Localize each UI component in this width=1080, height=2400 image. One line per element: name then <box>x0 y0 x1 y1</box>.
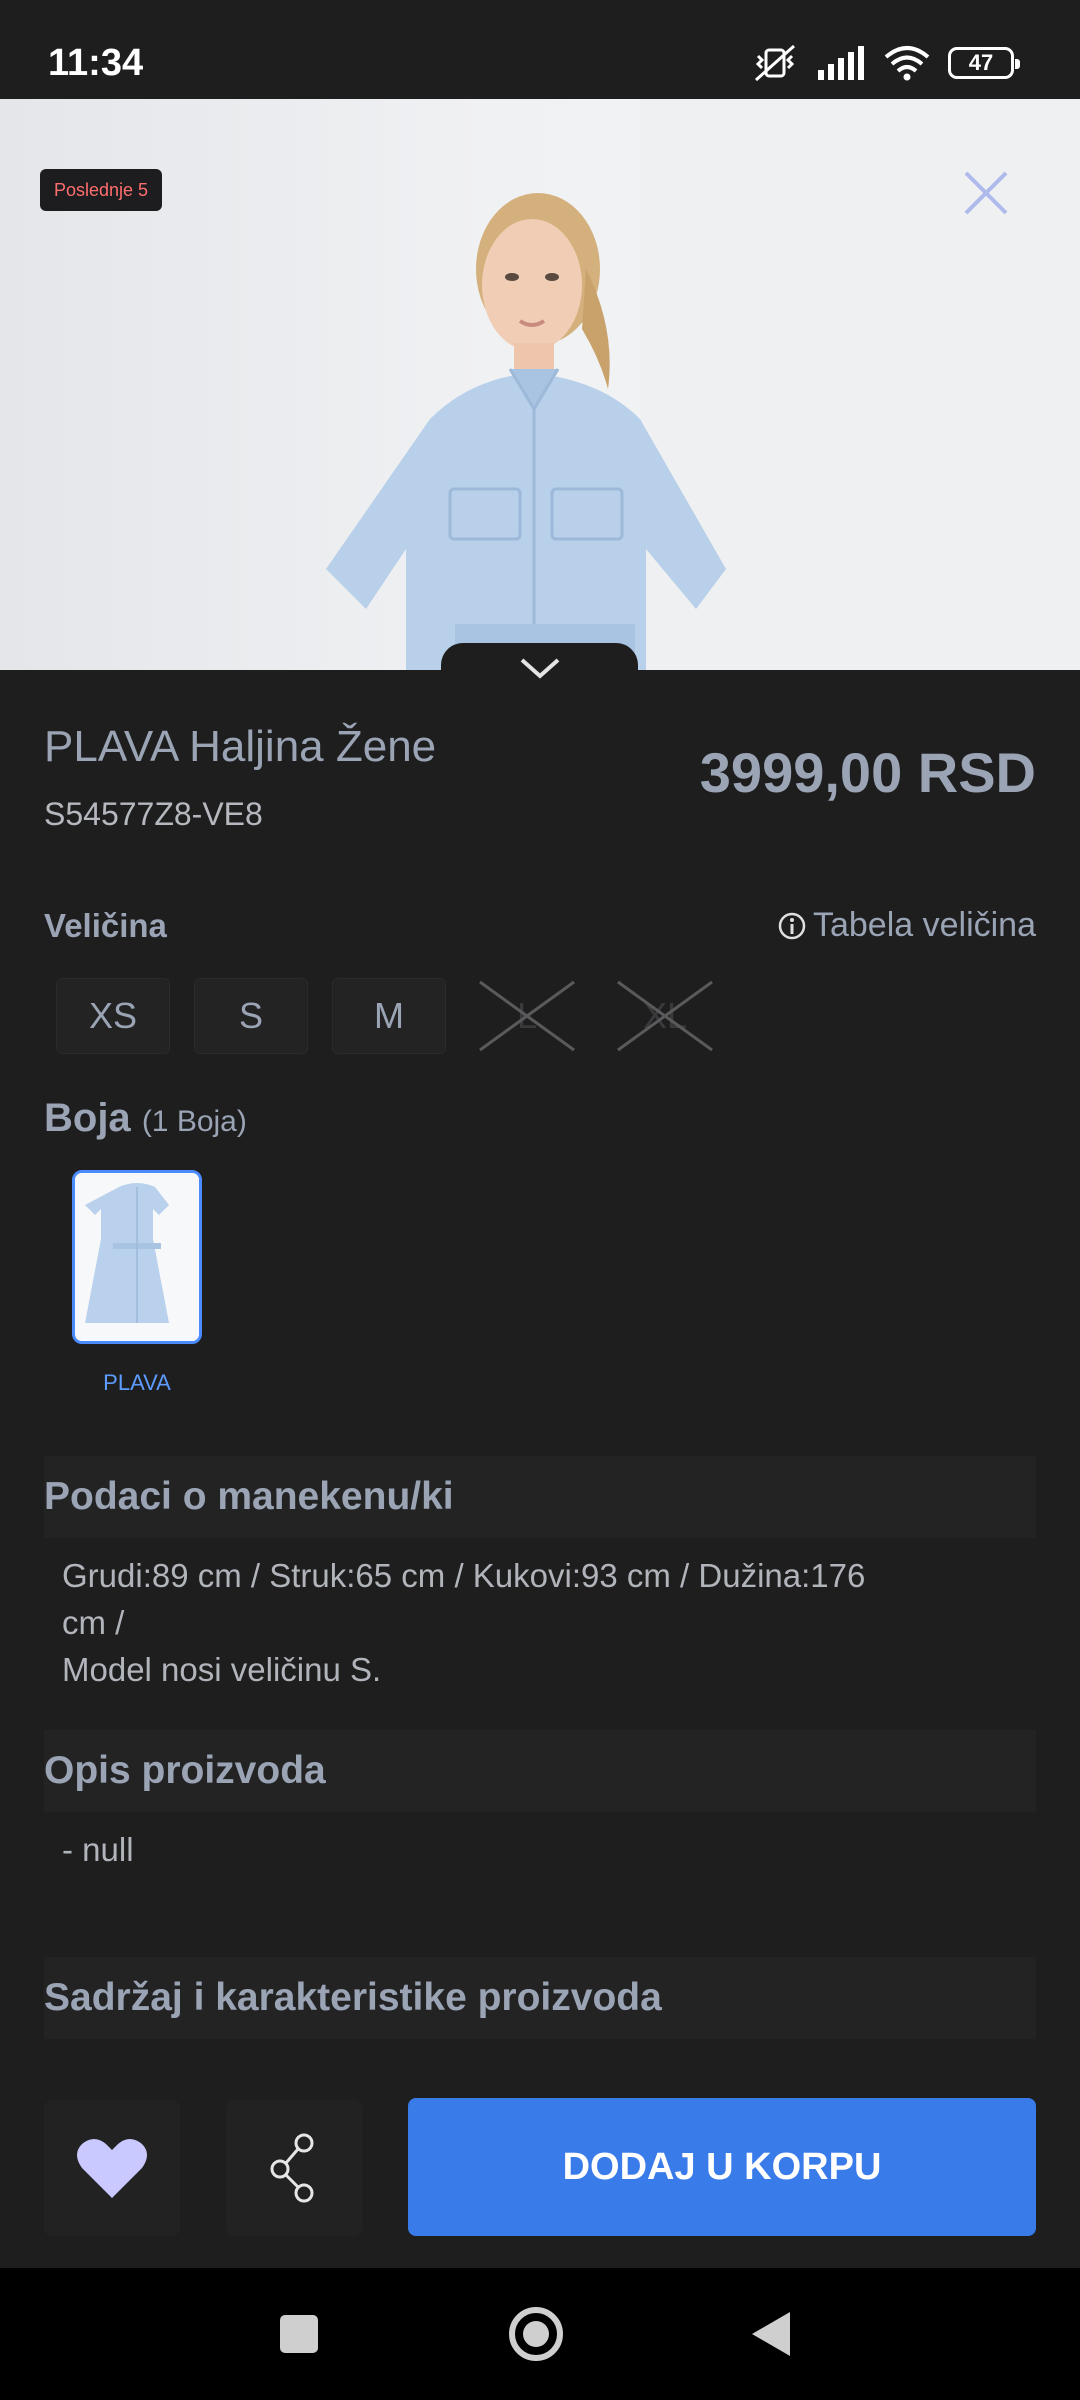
size-option-l: L <box>470 978 584 1054</box>
product-sku: S54577Z8-VE8 <box>44 796 263 832</box>
wifi-icon <box>884 46 930 81</box>
color-title: Boja <box>44 1096 131 1140</box>
status-time: 11:34 <box>48 42 144 84</box>
color-count: (1 Boja) <box>141 1105 247 1138</box>
status-icons: 47 <box>752 44 1020 82</box>
battery-level: 47 <box>968 50 994 75</box>
section-model-body: Grudi:89 cm / Struk:65 cm / Kukovi:93 cm… <box>62 1552 992 1693</box>
color-swatch-plava[interactable] <box>72 1170 202 1344</box>
share-button[interactable] <box>226 2100 362 2236</box>
battery-icon: 47 <box>948 47 1020 79</box>
product-screen: 11:34 47 Poslednje 5 PLAVA Haljina Žene … <box>0 0 1080 2400</box>
recents-icon[interactable] <box>280 2315 318 2353</box>
size-option-xl: XL <box>608 978 722 1054</box>
size-option-m[interactable]: M <box>332 978 446 1054</box>
size-option-label: S <box>238 995 263 1036</box>
system-nav-bar <box>0 2268 1080 2400</box>
share-icon <box>270 2133 314 2203</box>
dress-thumbnail <box>75 1173 199 1341</box>
chevron-down-icon <box>520 658 559 679</box>
color-label: Boja (1 Boja) <box>44 1096 247 1141</box>
product-price: 3999,00 RSD <box>699 741 1036 804</box>
back-icon[interactable] <box>752 2312 790 2356</box>
size-option-s[interactable]: S <box>194 978 308 1054</box>
product-image[interactable]: Poslednje 5 <box>0 99 1080 670</box>
size-table-link[interactable]: Tabela veličina <box>777 906 1036 945</box>
size-option-label: M <box>374 995 404 1036</box>
add-to-cart-button[interactable]: DODAJ U KORPU <box>408 2098 1036 2236</box>
color-swatch-label: PLAVA <box>103 1370 171 1395</box>
cell-signal-icon <box>818 46 864 80</box>
model-measurements-line1: Grudi:89 cm / Struk:65 cm / Kukovi:93 cm… <box>62 1557 866 1594</box>
close-icon[interactable] <box>958 165 1014 221</box>
favorite-button[interactable] <box>44 2100 180 2236</box>
size-options: XS S M L XL <box>56 978 722 1054</box>
heart-icon <box>77 2139 147 2198</box>
mute-vibrate-icon <box>754 44 796 82</box>
size-option-xs[interactable]: XS <box>56 978 170 1054</box>
action-bar: DODAJ U KORPU <box>0 2062 1080 2268</box>
product-title: PLAVA Haljina Žene <box>44 722 437 771</box>
home-icon[interactable] <box>509 2307 563 2361</box>
section-description-header[interactable]: Opis proizvoda <box>44 1730 1036 1812</box>
section-composition-header[interactable]: Sadržaj i karakteristike proizvoda <box>44 1957 1036 2039</box>
unavailable-cross-icon <box>479 980 575 1052</box>
section-model-header[interactable]: Podaci o manekenu/ki <box>44 1456 1036 1538</box>
unavailable-cross-icon <box>617 980 713 1052</box>
stock-badge: Poslednje 5 <box>40 169 163 211</box>
section-description-body: - null <box>62 1831 134 1868</box>
collapse-image-button[interactable] <box>441 643 638 693</box>
size-label: Veličina <box>44 907 167 944</box>
model-measurements-line2: cm / <box>62 1604 125 1641</box>
size-option-label: XS <box>88 995 138 1036</box>
info-icon <box>778 912 806 939</box>
model-size-line: Model nosi veličinu S. <box>62 1651 382 1688</box>
nav-buttons <box>280 2307 790 2361</box>
status-bar: 11:34 47 <box>0 0 1080 99</box>
size-table-label: Tabela veličina <box>812 906 1036 944</box>
